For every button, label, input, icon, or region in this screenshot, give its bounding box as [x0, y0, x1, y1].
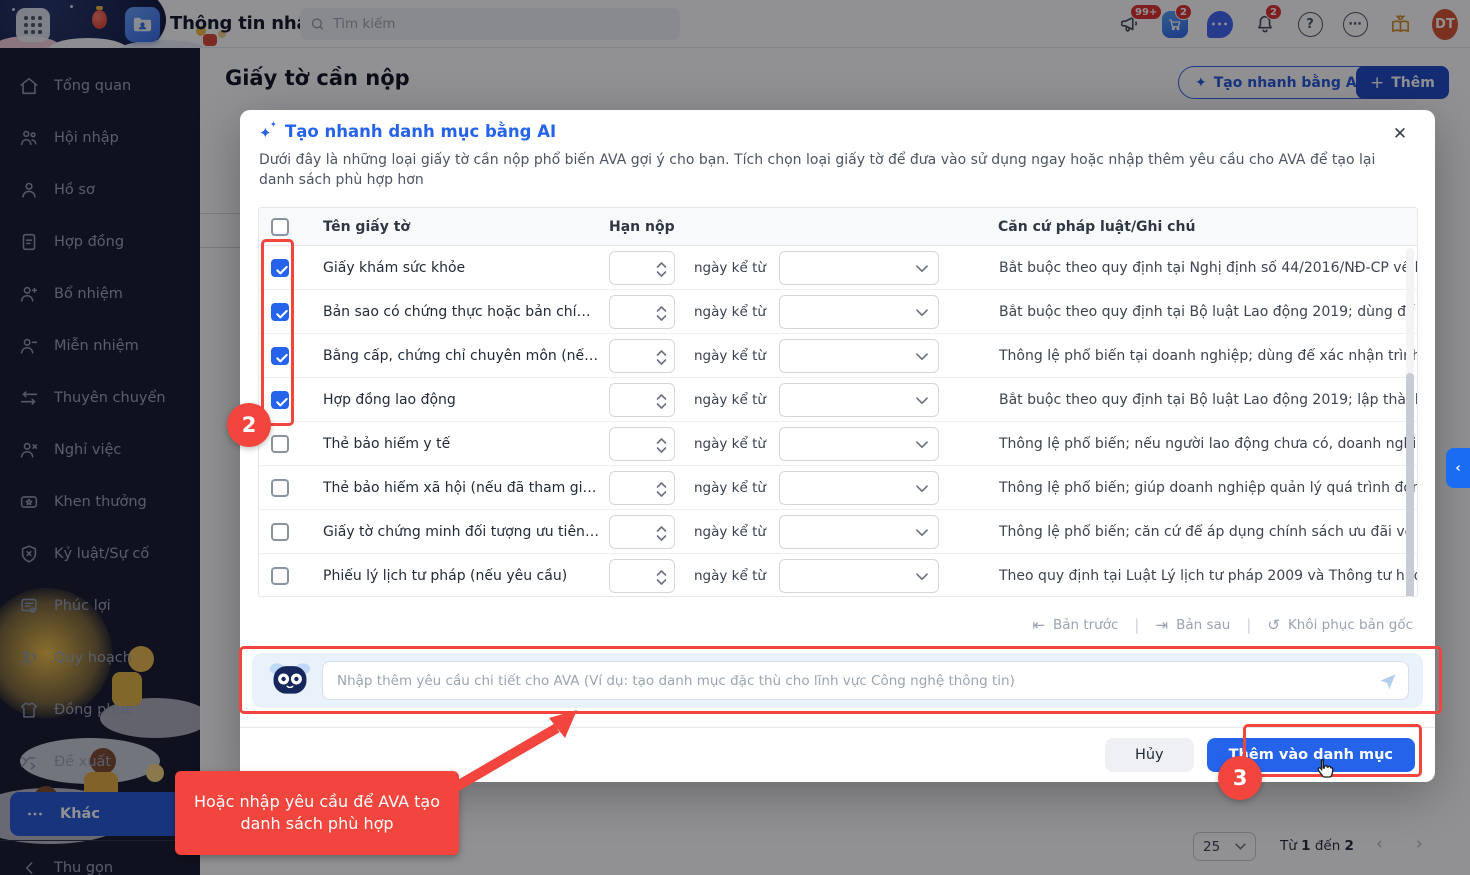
annotation-step-2: 2 — [227, 403, 271, 447]
chevron-left-icon: ‹ — [1455, 460, 1461, 476]
documents-table: Tên giấy tờ Hạn nộp Căn cứ pháp luật/Ghi… — [258, 207, 1418, 597]
deadline-days-input[interactable] — [609, 470, 675, 505]
document-name: Thẻ bảo hiểm xã hội (nếu đã tham gia tr.… — [323, 479, 609, 496]
annotation-checkbox-highlight — [261, 239, 294, 426]
history-controls: ⇤ Bản trước | ⇥ Bản sau | ↺ Khôi phục bả… — [1032, 616, 1413, 634]
modal-title: ✦ ✦ Tạo nhanh danh mục bằng AI — [259, 119, 557, 142]
table-row: Thẻ bảo hiểm xã hội (nếu đã tham gia tr.… — [259, 466, 1417, 510]
next-version-button[interactable]: ⇥ Bản sau — [1155, 616, 1230, 634]
deadline-from-select[interactable] — [778, 338, 939, 373]
deadline-from-select[interactable] — [778, 250, 939, 285]
deadline-days-input[interactable] — [609, 426, 675, 461]
scrollbar-thumb[interactable] — [1406, 373, 1414, 596]
deadline-days-input[interactable] — [609, 558, 675, 593]
select-all-checkbox[interactable] — [271, 217, 289, 236]
table-row: Giấy khám sức khỏe ngày kể từ Bắt buộc the… — [259, 246, 1417, 290]
cursor-pointer-icon — [1317, 758, 1334, 778]
arrow-bar-right-icon: ⇥ — [1155, 616, 1169, 634]
close-icon[interactable]: ✕ — [1389, 123, 1411, 145]
document-name: Giấy tờ chứng minh đối tượng ưu tiên (n.… — [323, 523, 609, 540]
document-note: Bắt buộc theo quy định tại Bộ luật Lao đ… — [999, 391, 1417, 408]
deadline-from-select[interactable] — [778, 558, 939, 593]
document-note: Thông lệ phổ biến; nếu người lao động ch… — [999, 435, 1417, 452]
undo-icon: ↺ — [1267, 616, 1280, 634]
table-scrollbar[interactable] — [1406, 248, 1414, 596]
document-name: Thẻ bảo hiểm y tế — [323, 435, 451, 452]
sparkle-icon: ✦ ✦ — [259, 119, 277, 142]
table-row: Bản sao có chứng thực hoặc bản chính ...… — [259, 290, 1417, 334]
table-row: Phiếu lý lịch tư pháp (nếu yêu cầu) ngày … — [259, 554, 1417, 596]
document-note: Bắt buộc theo quy định tại Bộ luật Lao đ… — [999, 303, 1417, 320]
prev-version-button[interactable]: ⇤ Bản trước — [1032, 616, 1118, 634]
document-name: Giấy khám sức khỏe — [323, 259, 466, 276]
deadline-from-select[interactable] — [778, 382, 939, 417]
modal-description: Dưới đây là những loại giấy tờ cần nộp p… — [259, 152, 1376, 188]
document-note: Bắt buộc theo quy định tại Nghị định số … — [999, 259, 1417, 276]
app-root: Thông tin nhân sự 99+ 2 ••• 2 — [0, 0, 1470, 875]
arrow-bar-left-icon: ⇤ — [1032, 616, 1045, 634]
deadline-days-input[interactable] — [609, 514, 675, 549]
deadline-days-input[interactable] — [609, 382, 675, 417]
document-note: Thông lệ phổ biến tại doanh nghiệp; dùng… — [999, 347, 1417, 364]
row-checkbox[interactable] — [271, 566, 289, 585]
table-row: Hợp đồng lao động ngày kể từ Bắt buộc theo… — [259, 378, 1417, 422]
deadline-days-input[interactable] — [609, 294, 675, 329]
annotation-callout: Hoặc nhập yêu cầu để AVA tạo danh sách p… — [175, 771, 459, 855]
table-row: Bằng cấp, chứng chỉ chuyên môn (nếu ... n… — [259, 334, 1417, 378]
deadline-from-select[interactable] — [778, 514, 939, 549]
ai-table-body: Giấy khám sức khỏe ngày kể từ Bắt buộc the… — [259, 246, 1417, 596]
document-name: Bằng cấp, chứng chỉ chuyên môn (nếu ... — [323, 347, 609, 364]
deadline-from-select[interactable] — [778, 426, 939, 461]
document-note: Thông lệ phổ biến; giúp doanh nghiệp quả… — [999, 479, 1417, 496]
table-header: Tên giấy tờ Hạn nộp Căn cứ pháp luật/Ghi… — [259, 208, 1417, 246]
cancel-button[interactable]: Hủy — [1104, 738, 1194, 772]
col-name: Tên giấy tờ — [323, 218, 411, 235]
side-panel-toggle[interactable]: ‹ — [1446, 448, 1470, 488]
deadline-from-select[interactable] — [778, 470, 939, 505]
table-row: Thẻ bảo hiểm y tế ngày kể từ Thông lệ phổ … — [259, 422, 1417, 466]
row-checkbox[interactable] — [271, 434, 289, 453]
annotation-step-3: 3 — [1218, 756, 1262, 800]
col-deadline: Hạn nộp — [609, 218, 675, 235]
table-row: Giấy tờ chứng minh đối tượng ưu tiên (n.… — [259, 510, 1417, 554]
col-note: Căn cứ pháp luật/Ghi chú — [998, 218, 1196, 235]
restore-original-button[interactable]: ↺ Khôi phục bản gốc — [1267, 616, 1413, 634]
row-checkbox[interactable] — [271, 478, 289, 497]
deadline-days-input[interactable] — [609, 338, 675, 373]
document-name: Hợp đồng lao động — [323, 391, 456, 408]
document-note: Theo quy định tại Luật Lý lịch tư pháp 2… — [999, 567, 1417, 584]
document-note: Thông lệ phổ biến; căn cứ để áp dụng chí… — [999, 523, 1417, 540]
document-name: Phiếu lý lịch tư pháp (nếu yêu cầu) — [323, 567, 568, 584]
annotation-arrow — [444, 710, 577, 797]
deadline-days-input[interactable] — [609, 250, 675, 285]
annotation-input-highlight — [239, 646, 1442, 714]
document-name: Bản sao có chứng thực hoặc bản chính ... — [323, 303, 609, 320]
deadline-from-select[interactable] — [778, 294, 939, 329]
row-checkbox[interactable] — [271, 522, 289, 541]
